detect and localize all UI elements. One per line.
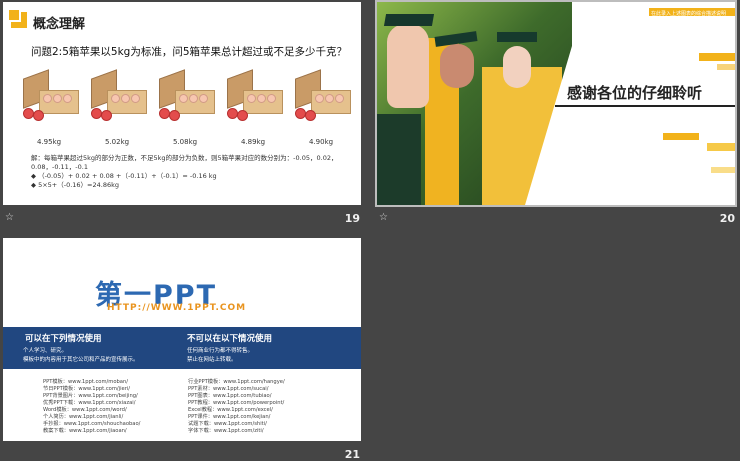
apple-icon <box>131 94 140 103</box>
slide-19-question: 问题2:5箱苹果以5kg为标准，问5箱苹果总计超过或不足多少千克？ <box>31 46 348 58</box>
star-icon[interactable]: ☆ <box>379 212 388 223</box>
slide-20-mini-text: 在此录入上述图表的综合描述说明 <box>651 11 727 17</box>
apple-red-icon <box>101 110 112 121</box>
weight-label-5: 4.90kg <box>309 138 334 146</box>
disallowed-use-title: 不可以在以下情况使用 <box>187 334 273 344</box>
link-item[interactable]: PPT教程：www.1ppt.com/powerpoint/ <box>188 400 284 406</box>
apple-box-row: 4.95kg 5.02kg 5.08kg 4.89kg 4.90kg <box>23 69 353 146</box>
weight-label-4: 4.89kg <box>241 138 266 146</box>
allowed-use-title: 可以在下列情况使用 <box>25 334 102 344</box>
solution-notes: 解：每箱苹果超过5kg的部分为正数，不足5kg的部分为负数，则5箱苹果对应的数分… <box>31 154 351 190</box>
weight-label-1: 4.95kg <box>37 138 62 146</box>
slide-number-19: 19 <box>344 212 360 225</box>
slide-thumbnail-19[interactable]: 概念理解 问题2:5箱苹果以5kg为标准，问5箱苹果总计超过或不足多少千克？ 4… <box>3 2 361 226</box>
right-link-list: 行业PPT模板：www.1ppt.com/hangye/ PPT素材：www.1… <box>188 379 285 435</box>
notes-line-3: 5×5+（-0.16）=24.86kg <box>38 181 120 189</box>
apple-red-icon <box>169 110 180 121</box>
apple-icon <box>325 94 334 103</box>
slide-thumbnail-20[interactable]: 在此录入上述图表的综合描述说明 感谢各位的仔细聆听 ☆ 20 <box>375 0 737 226</box>
link-item[interactable]: PPT课件：www.1ppt.com/kejian/ <box>188 414 270 420</box>
notes-line-2: （-0.05）+ 0.02 + 0.08 +（-0.11）+（-0.1）= -0… <box>38 172 217 180</box>
link-item[interactable]: PPT素材：www.1ppt.com/sucai/ <box>188 386 269 392</box>
yellow-accent-bar <box>699 53 735 61</box>
star-icon[interactable]: ☆ <box>5 212 14 223</box>
apple-icon <box>121 94 130 103</box>
link-item[interactable]: Excel教程：www.1ppt.com/excel/ <box>188 407 273 413</box>
disallowed-item-1: 任何商业行为都不得转售。 <box>187 348 254 354</box>
weight-label-2: 5.02kg <box>105 138 130 146</box>
logo-url: HTTP://WWW.1PPT.COM <box>107 303 247 313</box>
apple-icon <box>315 94 324 103</box>
apple-icon <box>189 94 198 103</box>
notes-line-1: 解：每箱苹果超过5kg的部分为正数，不足5kg的部分为负数，则5箱苹果对应的数分… <box>31 154 338 171</box>
slide-number-21: 21 <box>344 448 360 461</box>
link-item[interactable]: 教案下载：www.1ppt.com/jiaoan/ <box>43 428 127 434</box>
apple-box-2: 5.02kg <box>91 69 149 146</box>
disallowed-item-2: 禁止在网站上转载。 <box>187 357 237 363</box>
apple-icon <box>179 94 188 103</box>
yellow-accent-bar <box>711 167 735 173</box>
thank-you-title: 感谢各位的仔细聆听 <box>567 84 703 102</box>
link-item[interactable]: 节日PPT模板：www.1ppt.com/jieri/ <box>43 386 130 392</box>
slide-21-preview: 第一PPT HTTP://WWW.1PPT.COM 可以在下列情况使用 个人学习… <box>3 238 361 441</box>
apple-box-1: 4.95kg <box>23 69 81 146</box>
link-item[interactable]: 个人简历：www.1ppt.com/jianli/ <box>43 414 123 420</box>
link-item[interactable]: PPT背景图片：www.1ppt.com/beijing/ <box>43 393 138 399</box>
apple-red-icon <box>33 110 44 121</box>
usage-band: 可以在下列情况使用 个人学习、研究。 模板中的内容用于其它公司和产品的宣传展示。… <box>3 327 361 369</box>
apple-red-icon <box>305 110 316 121</box>
yellow-accent-bar <box>707 143 735 151</box>
slide-19-title: 概念理解 <box>33 17 86 32</box>
link-item[interactable]: 优秀PPT下载：www.1ppt.com/xiazai/ <box>43 400 135 406</box>
slide-19-preview: 概念理解 问题2:5箱苹果以5kg为标准，问5箱苹果总计超过或不足多少千克？ 4… <box>3 2 361 205</box>
first-ppt-logo: 第一PPT HTTP://WWW.1PPT.COM <box>63 273 303 318</box>
apple-box-3: 5.08kg <box>159 69 217 146</box>
slide-20-preview: 在此录入上述图表的综合描述说明 感谢各位的仔细聆听 <box>375 0 737 207</box>
apple-icon <box>111 94 120 103</box>
apple-icon <box>53 94 62 103</box>
apple-icon <box>257 94 266 103</box>
weight-label-3: 5.08kg <box>173 138 198 146</box>
allowed-item-2: 模板中的内容用于其它公司和产品的宣传展示。 <box>23 357 139 363</box>
apple-icon <box>335 94 344 103</box>
link-item[interactable]: PPT图表：www.1ppt.com/tubiao/ <box>188 393 271 399</box>
yellow-accent-bar <box>717 64 735 70</box>
apple-icon <box>267 94 276 103</box>
apple-icon <box>43 94 52 103</box>
link-item[interactable]: 试题下载：www.1ppt.com/shiti/ <box>188 421 267 427</box>
allowed-item-1: 个人学习、研究。 <box>23 348 68 354</box>
apple-box-5: 4.90kg <box>295 69 353 146</box>
link-item[interactable]: 字体下载：www.1ppt.com/ziti/ <box>188 428 264 434</box>
link-item[interactable]: Word模板：www.1ppt.com/word/ <box>43 407 127 413</box>
apple-icon <box>247 94 256 103</box>
thank-you-underline <box>555 105 735 107</box>
link-item[interactable]: 手抄报：www.1ppt.com/shouchaobao/ <box>43 421 140 427</box>
yellow-accent-bar <box>663 133 699 140</box>
apple-box-4: 4.89kg <box>227 69 285 146</box>
apple-red-icon <box>237 110 248 121</box>
link-item[interactable]: 行业PPT模板：www.1ppt.com/hangye/ <box>188 379 285 385</box>
apple-icon <box>199 94 208 103</box>
link-item[interactable]: PPT模板：www.1ppt.com/moban/ <box>43 379 128 385</box>
diagonal-white-shape <box>525 2 585 205</box>
slide-thumbnail-21[interactable]: 第一PPT HTTP://WWW.1PPT.COM 可以在下列情况使用 个人学习… <box>3 238 361 461</box>
left-link-list: PPT模板：www.1ppt.com/moban/ 节日PPT模板：www.1p… <box>43 379 140 435</box>
title-square-icon <box>7 8 27 28</box>
apple-icon <box>63 94 72 103</box>
slide-number-20: 20 <box>719 212 735 225</box>
